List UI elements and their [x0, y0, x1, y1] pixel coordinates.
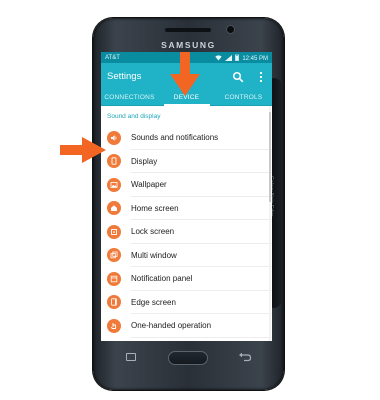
carrier-label: AT&T [105, 54, 120, 61]
back-icon[interactable] [238, 352, 252, 362]
list-item-lock-screen[interactable]: Lock screen [101, 220, 272, 244]
home-button[interactable] [168, 351, 208, 365]
tab-connections[interactable]: CONNECTIONS [101, 94, 158, 101]
display-icon [107, 154, 121, 169]
tab-controls[interactable]: CONTROLS [215, 94, 272, 101]
item-label: Wallpaper [131, 180, 167, 190]
wallpaper-icon [107, 177, 121, 192]
search-icon[interactable] [232, 70, 244, 83]
scrollbar-thumb[interactable] [269, 112, 271, 202]
list-item-display[interactable]: Display [101, 150, 272, 174]
lock-screen-icon [107, 224, 121, 239]
item-label: Notification panel [131, 274, 193, 284]
item-label: One-handed operation [131, 321, 212, 331]
edge-screen-icon [107, 295, 121, 310]
earpiece [165, 28, 211, 32]
list-item-home-screen[interactable]: Home screen [101, 197, 272, 221]
item-label: Sounds and notifications [131, 133, 219, 143]
list-item-multi-window[interactable]: Multi window [101, 244, 272, 268]
signal-icon [225, 54, 233, 63]
arrow-down-icon [170, 52, 200, 96]
recent-apps-icon[interactable] [126, 353, 136, 361]
section-header: Sound and display [107, 113, 161, 120]
hardware-nav-bar [93, 343, 284, 373]
arrow-right-icon [60, 137, 106, 163]
item-label: Multi window [131, 250, 177, 260]
brand-logo: SAMSUNG [161, 40, 216, 50]
item-label: Edge screen [131, 297, 176, 307]
notification-panel-icon [107, 271, 121, 286]
list-item-one-handed-operation[interactable]: One-handed operation [101, 314, 272, 338]
wifi-icon [215, 54, 223, 63]
status-time: 12:45 PM [242, 55, 268, 62]
multi-window-icon [107, 248, 121, 263]
active-tab-indicator [164, 104, 210, 106]
settings-list: Sounds and notifications Display Wallpap… [101, 126, 272, 338]
page-title: Settings [107, 70, 142, 82]
more-options-icon[interactable] [258, 70, 264, 83]
speaker-icon [107, 130, 121, 145]
item-label: Home screen [131, 203, 179, 213]
item-label: Display [131, 156, 158, 166]
list-item-wallpaper[interactable]: Wallpaper [101, 173, 272, 197]
list-item-edge-screen[interactable]: Edge screen [101, 291, 272, 315]
front-camera [227, 26, 234, 33]
list-item-sounds-and-notifications[interactable]: Sounds and notifications [101, 126, 272, 150]
one-handed-icon [107, 318, 121, 333]
list-item-notification-panel[interactable]: Notification panel [101, 267, 272, 291]
item-label: Lock screen [131, 227, 175, 237]
battery-icon [235, 54, 240, 63]
home-screen-icon [107, 201, 121, 216]
